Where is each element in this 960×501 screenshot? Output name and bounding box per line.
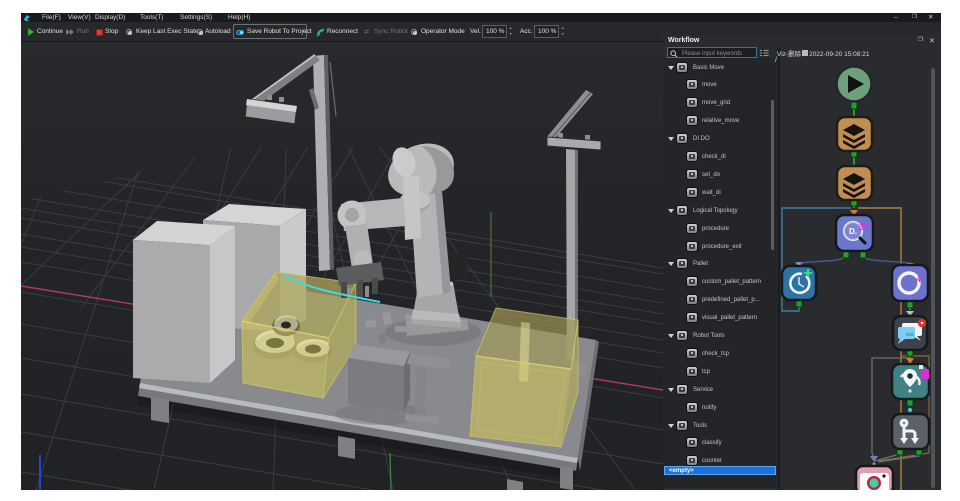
svg-text:4: 4 xyxy=(916,274,921,284)
svg-text:D.: D. xyxy=(849,227,857,236)
svg-text:31: 31 xyxy=(859,222,869,232)
svg-text:xxx: xxx xyxy=(906,332,914,338)
